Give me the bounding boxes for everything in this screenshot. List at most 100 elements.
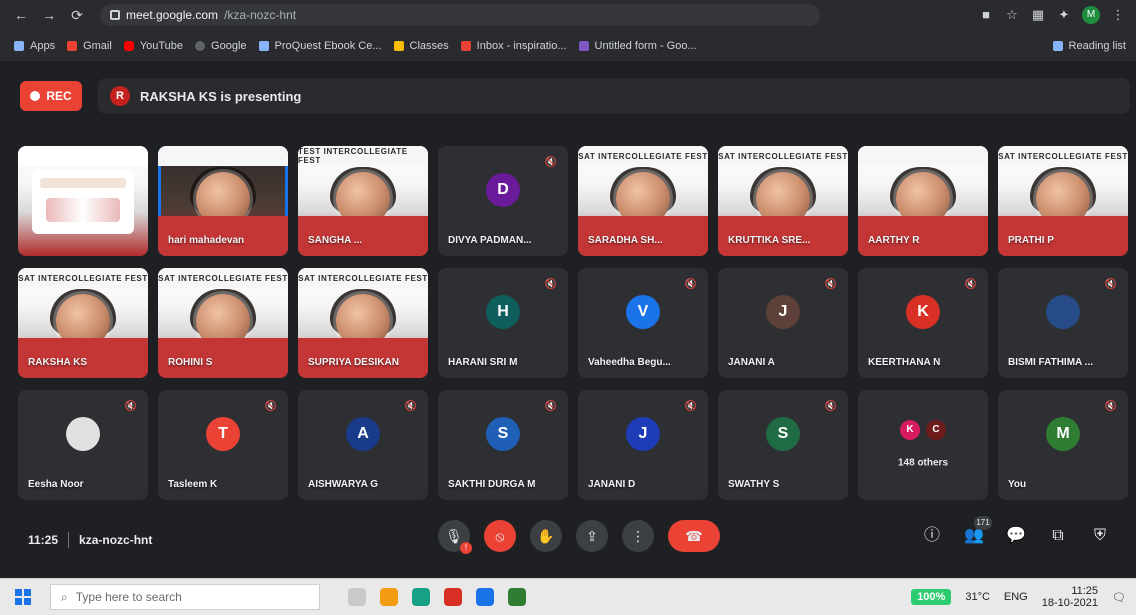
participant-name: hari mahadevan xyxy=(168,235,245,246)
divider xyxy=(68,532,70,548)
participant-tile[interactable]: 🔇 J JANANI A xyxy=(718,268,848,378)
back-icon[interactable]: ← xyxy=(10,4,32,26)
people-button[interactable]: 👥 171 xyxy=(962,516,992,548)
app-icon[interactable] xyxy=(508,588,526,606)
reload-icon[interactable]: ⟳ xyxy=(66,4,88,26)
inbox-icon xyxy=(460,41,471,51)
participant-tile[interactable]: SAT INTERCOLLEGIATE FEST SUPRIYA DESIKAN xyxy=(298,268,428,378)
participant-initial-avatar xyxy=(1046,295,1080,329)
participant-tile[interactable]: 🔇 J JANANI D xyxy=(578,390,708,500)
apps-icon xyxy=(14,41,24,51)
microphone-button[interactable]: 🎙 ! xyxy=(438,520,472,554)
bookmark-forms[interactable]: Untitled form - Goo... xyxy=(578,40,697,52)
browser-toolbar: ← → ⟳ meet.google.com /kza-nozc-hnt ■ ☆ … xyxy=(0,0,1136,30)
extensions-icon[interactable]: ▦ xyxy=(1030,7,1046,23)
participant-tile[interactable]: SAT INTERCOLLEGIATE FEST SARADHA SH... xyxy=(578,146,708,256)
more-options-button[interactable]: ⋮ xyxy=(622,520,654,552)
bookmark-youtube[interactable]: YouTube xyxy=(123,40,184,52)
start-button[interactable] xyxy=(6,580,40,614)
participant-tile[interactable]: K C 148 others xyxy=(858,390,988,500)
participants-grid: hari mahadevan TEST INTERCOLLEGIATE FEST S… xyxy=(18,146,1130,500)
participant-name: PRATHI P xyxy=(1008,235,1054,246)
participant-name: HARANI SRI M xyxy=(448,357,518,368)
participant-initial-avatar: J xyxy=(626,417,660,451)
participant-tile[interactable]: 🔇 Eesha Noor xyxy=(18,390,148,500)
present-button[interactable]: ⇪ xyxy=(576,520,608,552)
bookmark-google[interactable]: Google xyxy=(195,40,247,52)
participant-tile[interactable]: SAT INTERCOLLEGIATE FEST KRUTTIKA SRE... xyxy=(718,146,848,256)
muted-mic-icon: 🔇 xyxy=(404,401,418,412)
meeting-time: 11:25 xyxy=(28,533,59,547)
menu-icon[interactable]: ⋮ xyxy=(1110,7,1126,23)
profile-avatar[interactable]: M xyxy=(1082,6,1100,24)
chrome-icon[interactable] xyxy=(444,588,462,606)
participant-name: ROHINI S xyxy=(168,357,213,368)
bookmark-inbox[interactable]: Inbox - inspiratio... xyxy=(460,40,567,52)
recording-button[interactable]: REC xyxy=(20,81,82,111)
raise-hand-button[interactable]: ✋ xyxy=(530,520,562,552)
participant-tile[interactable]: 🔇 K KEERTHANA N xyxy=(858,268,988,378)
participant-initial-avatar: S xyxy=(486,417,520,451)
taskbar-search[interactable]: ⌕ Type here to search xyxy=(50,584,320,610)
bookmark-proquest[interactable]: ProQuest Ebook Ce... xyxy=(258,40,382,52)
participant-tile[interactable] xyxy=(18,146,148,256)
info-button[interactable]: ⓘ xyxy=(920,524,944,548)
edge-icon[interactable] xyxy=(412,588,430,606)
chat-button[interactable]: 💬 xyxy=(1004,524,1028,548)
participant-name: KRUTTIKA SRE... xyxy=(728,235,811,246)
windows-icon xyxy=(15,589,22,596)
bookmark-gmail[interactable]: Gmail xyxy=(67,40,112,52)
bookmark-apps[interactable]: Apps xyxy=(14,40,55,52)
participant-tile[interactable]: 🔇 S SAKTHI DURGA M xyxy=(438,390,568,500)
system-tray: 100% 31°C ENG 11:25 18-10-2021 🗨 xyxy=(911,585,1136,609)
reading-list-icon xyxy=(1052,41,1063,51)
star-icon[interactable]: ☆ xyxy=(1004,7,1020,23)
participant-name: SANGHA ... xyxy=(308,235,363,246)
participant-name: SWATHY S xyxy=(728,479,780,490)
address-bar[interactable]: meet.google.com /kza-nozc-hnt xyxy=(100,4,820,26)
participant-tile[interactable]: SAT INTERCOLLEGIATE FEST PRATHI P xyxy=(998,146,1128,256)
windows-icon xyxy=(24,598,31,605)
activities-button[interactable]: ⧉ xyxy=(1046,524,1070,548)
participant-name: SAKTHI DURGA M xyxy=(448,479,536,490)
participant-tile[interactable]: AARTHY R xyxy=(858,146,988,256)
windows-icon xyxy=(24,589,31,596)
leave-call-button[interactable]: ☎ xyxy=(668,520,720,552)
meet-side-tools: ⓘ 👥 171 💬 ⧉ ⛨ xyxy=(920,516,1112,548)
reading-list-label: Reading list xyxy=(1068,40,1126,52)
bookmark-classes[interactable]: Classes xyxy=(393,40,449,52)
host-controls-button[interactable]: ⛨ xyxy=(1088,524,1112,548)
muted-mic-icon: 🔇 xyxy=(964,279,978,290)
forms-icon xyxy=(578,41,589,51)
store-icon[interactable] xyxy=(476,588,494,606)
file-explorer-icon[interactable] xyxy=(380,588,398,606)
task-view-icon[interactable] xyxy=(348,588,366,606)
participant-tile[interactable]: 🔇 T Tasleem K xyxy=(158,390,288,500)
forward-icon[interactable]: → xyxy=(38,4,60,26)
participant-tile[interactable]: 🔇 A AISHWARYA G xyxy=(298,390,428,500)
puzzle-icon[interactable]: ✦ xyxy=(1056,7,1072,23)
participant-tile[interactable]: 🔇 H HARANI SRI M xyxy=(438,268,568,378)
language-text: ENG xyxy=(1003,591,1028,603)
camera-icon[interactable]: ■ xyxy=(978,7,994,23)
notifications-icon[interactable]: 🗨 xyxy=(1112,591,1126,604)
participants-count-badge: 171 xyxy=(974,516,992,530)
participant-tile[interactable]: 🔇 S SWATHY S xyxy=(718,390,848,500)
hand-icon: ✋ xyxy=(537,528,555,544)
proquest-icon xyxy=(258,41,269,51)
presenting-text: RAKSHA KS is presenting xyxy=(140,88,302,104)
muted-mic-icon: 🔇 xyxy=(684,401,698,412)
participant-name: SARADHA SH... xyxy=(588,235,663,246)
participant-tile[interactable]: 🔇 D DIVYA PADMAN... xyxy=(438,146,568,256)
participant-tile[interactable]: 🔇 V Vaheedha Begu... xyxy=(578,268,708,378)
browser-chrome: ← → ⟳ meet.google.com /kza-nozc-hnt ■ ☆ … xyxy=(0,0,1136,62)
camera-off-button[interactable]: ⦸ xyxy=(484,520,516,552)
participant-tile[interactable]: TEST INTERCOLLEGIATE FEST SANGHA ... xyxy=(298,146,428,256)
reading-list[interactable]: Reading list xyxy=(1052,40,1136,52)
participant-tile[interactable]: 🔇 BISMI FATHIMA ... xyxy=(998,268,1128,378)
participant-tile[interactable]: 🔇 M You xyxy=(998,390,1128,500)
participant-tile[interactable]: SAT INTERCOLLEGIATE FEST RAKSHA KS xyxy=(18,268,148,378)
bookmark-label: YouTube xyxy=(139,40,184,52)
participant-tile[interactable]: SAT INTERCOLLEGIATE FEST ROHINI S xyxy=(158,268,288,378)
participant-tile[interactable]: hari mahadevan xyxy=(158,146,288,256)
